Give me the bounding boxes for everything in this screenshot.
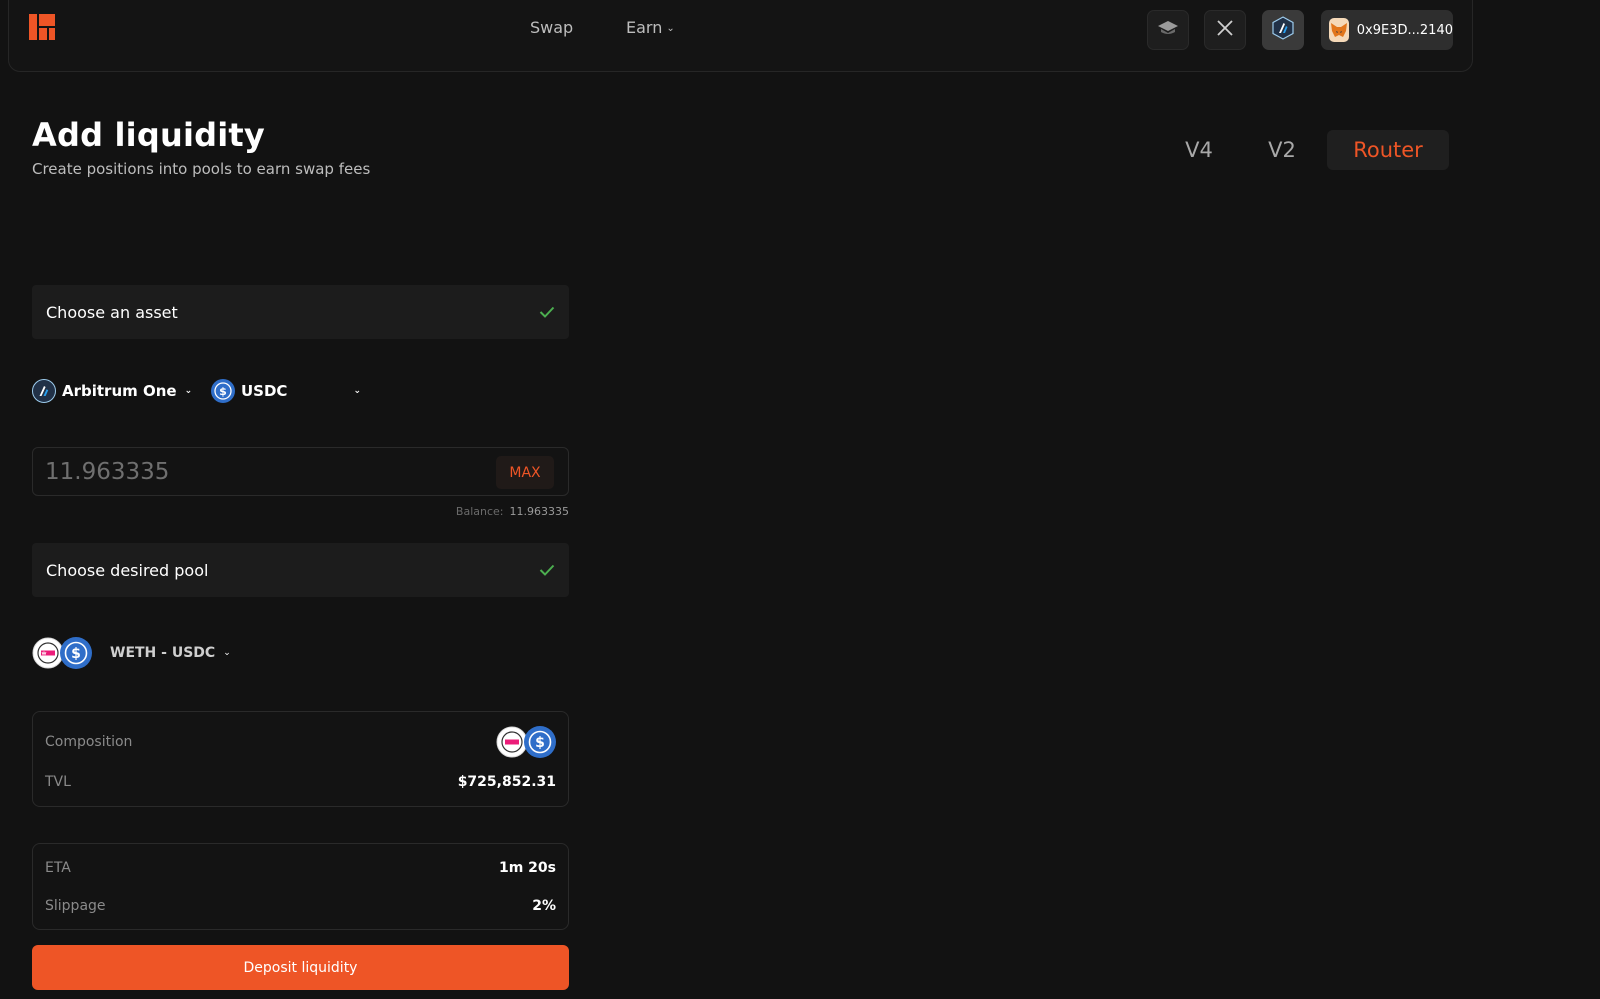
amount-input[interactable] — [45, 456, 465, 488]
arbitrum-icon — [32, 379, 56, 403]
nav-earn-label: Earn — [626, 18, 663, 37]
tvl-row: TVL $725,852.31 — [45, 772, 556, 792]
composition-row: Composition $ — [45, 724, 556, 760]
nav-swap[interactable]: Swap — [530, 18, 573, 37]
pool-selector[interactable]: $ WETH - USDC ⌄ — [32, 637, 231, 669]
nav-earn[interactable]: Earn ⌄ — [626, 18, 675, 37]
check-icon — [539, 561, 555, 580]
tab-v4[interactable]: V4 — [1172, 130, 1226, 170]
tvl-label: TVL — [45, 774, 71, 790]
check-icon — [539, 303, 555, 322]
chevron-down-icon: ⌄ — [184, 386, 193, 396]
eta-value: 1m 20s — [498, 860, 556, 876]
deposit-liquidity-button[interactable]: Deposit liquidity — [32, 945, 569, 990]
usdc-icon: $ — [524, 726, 556, 758]
balance-value: 11.963335 — [509, 505, 570, 518]
balance-display: Balance: 11.963335 — [32, 505, 569, 518]
logo-icon[interactable] — [29, 14, 55, 40]
tvl-value: $725,852.31 — [457, 774, 556, 790]
max-button[interactable]: MAX — [496, 456, 554, 489]
metamask-icon — [1329, 18, 1349, 42]
top-navbar: Swap Earn ⌄ 0x9E3D...2140 — [8, 0, 1473, 72]
token-name: USDC — [241, 382, 288, 400]
chevron-down-icon: ⌄ — [666, 23, 675, 34]
network-selector[interactable]: Arbitrum One ⌄ — [32, 379, 192, 403]
page-title: Add liquidity — [32, 116, 265, 154]
amount-field: MAX — [32, 447, 569, 496]
slippage-label: Slippage — [45, 898, 106, 914]
slippage-value: 2% — [532, 898, 556, 914]
tab-v2[interactable]: V2 — [1255, 130, 1309, 170]
chevron-down-icon: ⌄ — [353, 386, 361, 396]
wallet-button[interactable]: 0x9E3D...2140 — [1321, 10, 1453, 50]
docs-button[interactable] — [1147, 10, 1189, 50]
tab-router[interactable]: Router — [1327, 130, 1449, 170]
docs-icon — [1157, 20, 1179, 40]
network-name: Arbitrum One — [62, 382, 177, 400]
composition-icons: $ — [496, 726, 556, 758]
svg-text:$: $ — [219, 385, 227, 398]
token-selector[interactable]: $ USDC ⌄ — [211, 379, 361, 403]
pool-info-card: Composition $ TVL $725,852.31 — [32, 711, 569, 807]
choose-asset-label: Choose an asset — [46, 302, 178, 322]
x-social-button[interactable] — [1204, 10, 1246, 50]
pool-name: WETH - USDC — [110, 645, 216, 661]
x-icon — [1216, 19, 1234, 41]
svg-text:$: $ — [535, 735, 545, 751]
choose-asset-step[interactable]: Choose an asset — [32, 285, 569, 339]
wallet-address: 0x9E3D...2140 — [1356, 22, 1453, 38]
eta-row: ETA 1m 20s — [45, 858, 556, 878]
choose-pool-label: Choose desired pool — [46, 560, 209, 580]
choose-pool-step[interactable]: Choose desired pool — [32, 543, 569, 597]
pool-pair-icons: $ — [32, 637, 96, 669]
svg-text:$: $ — [71, 646, 81, 662]
balance-label: Balance: — [455, 505, 504, 518]
network-button[interactable] — [1262, 10, 1304, 50]
usdc-icon: $ — [60, 637, 92, 669]
chevron-down-icon: ⌄ — [223, 648, 231, 658]
transaction-info-card: ETA 1m 20s Slippage 2% — [32, 843, 569, 930]
slippage-row: Slippage 2% — [45, 896, 556, 916]
usdc-icon: $ — [211, 379, 235, 403]
composition-label: Composition — [45, 734, 133, 750]
eta-label: ETA — [45, 860, 71, 876]
page-subtitle: Create positions into pools to earn swap… — [32, 160, 371, 178]
arbitrum-icon — [1271, 16, 1295, 44]
